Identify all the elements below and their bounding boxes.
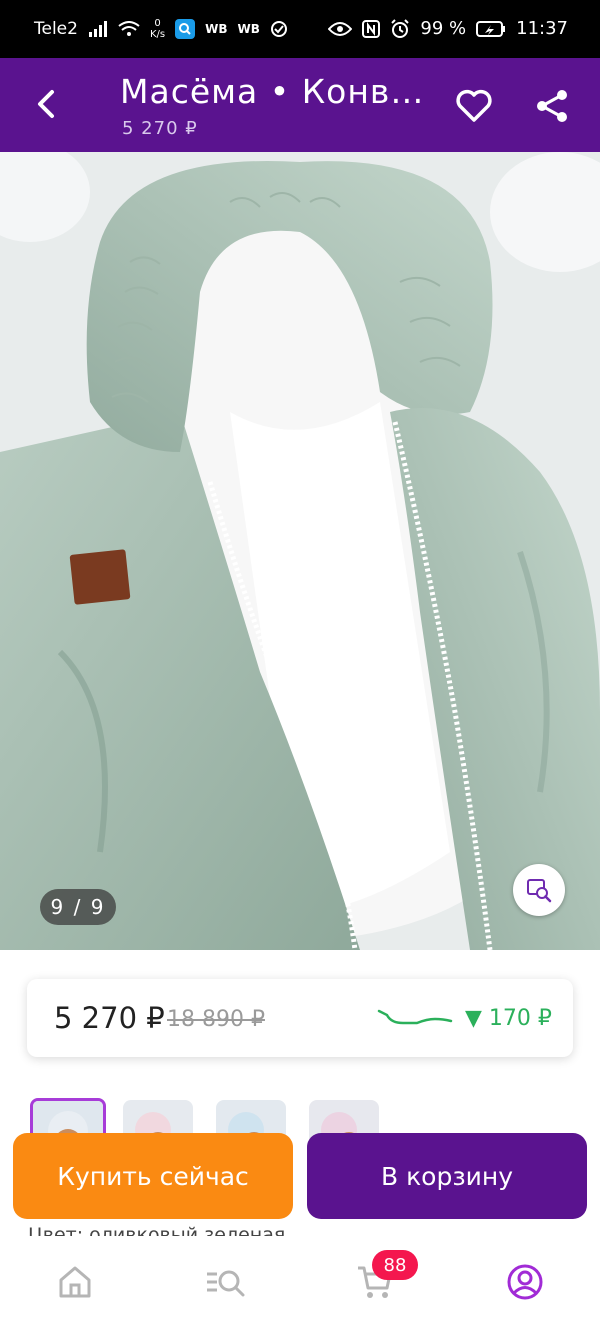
- share-icon[interactable]: [532, 86, 572, 126]
- gallery-counter: 9 / 9: [40, 889, 116, 925]
- header-price: 5 270 ₽: [122, 118, 198, 139]
- status-bar: Tele2 0 K/s WB WB 99 % 11:37: [0, 0, 600, 58]
- nfc-icon: [362, 19, 381, 38]
- price-history-sparkline: [377, 1009, 453, 1025]
- battery-icon: [476, 20, 506, 37]
- battery-percent: 99 %: [420, 18, 467, 39]
- signal-icon: [88, 21, 107, 37]
- check-circle-icon: [270, 21, 287, 37]
- product-photo[interactable]: [0, 152, 600, 950]
- net-speed: 0 K/s: [149, 18, 166, 40]
- add-to-cart-button[interactable]: В корзину: [307, 1133, 587, 1219]
- color-detail-peek: Цвет: оливковый зеленая: [28, 1224, 286, 1236]
- profile-icon[interactable]: [505, 1262, 545, 1302]
- page-title: Масёма • Конв…: [120, 72, 425, 111]
- clock: 11:37: [516, 18, 568, 39]
- product-header: Масёма • Конв… 5 270 ₽: [0, 58, 600, 152]
- product-image: [0, 152, 600, 950]
- old-price: 18 890 ₽: [167, 1007, 265, 1032]
- app-notification-icon: [175, 19, 196, 39]
- wb-notification-label: WB: [237, 22, 260, 36]
- back-arrow-icon[interactable]: [30, 86, 66, 122]
- current-price: 5 270 ₽: [54, 1001, 165, 1035]
- carrier-label: Tele2: [34, 19, 78, 39]
- visual-search-icon: [527, 879, 552, 903]
- wb-notification-label: WB: [205, 22, 228, 36]
- price-card[interactable]: 5 270 ₽ 18 890 ₽ ▼ 170 ₽: [27, 979, 573, 1057]
- heart-icon[interactable]: [454, 86, 494, 126]
- bottom-nav: [0, 1236, 600, 1326]
- price-drop: ▼ 170 ₽: [465, 1006, 552, 1031]
- buy-now-button[interactable]: Купить сейчас: [13, 1133, 293, 1219]
- cart-badge: 88: [372, 1250, 418, 1280]
- visual-search-button[interactable]: [513, 864, 565, 916]
- catalog-search-icon[interactable]: [205, 1262, 245, 1302]
- alarm-icon: [391, 18, 410, 38]
- home-icon[interactable]: [55, 1262, 95, 1302]
- eye-icon: [328, 21, 353, 36]
- wifi-icon: [118, 21, 140, 36]
